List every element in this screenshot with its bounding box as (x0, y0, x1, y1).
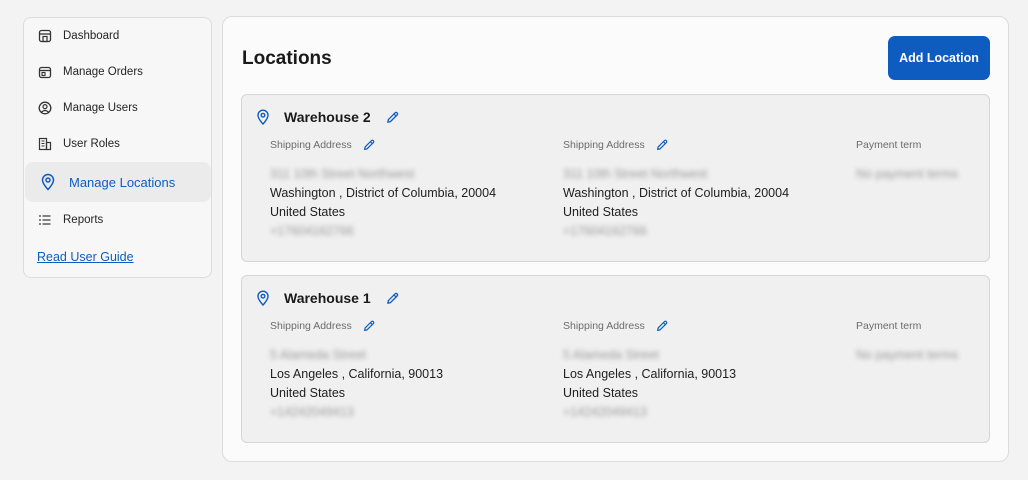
sidebar: Dashboard Manage Orders Manage Users Use… (23, 17, 212, 278)
city-line: Washington , District of Columbia, 20004 (270, 186, 497, 200)
location-pin-icon (257, 109, 269, 125)
sidebar-item-label: Reports (63, 214, 104, 226)
phone-number: +17604162766 (270, 224, 354, 238)
page-title: Locations (242, 48, 332, 69)
pencil-icon[interactable] (655, 138, 669, 152)
sidebar-item-label: Manage Orders (63, 66, 143, 78)
payment-term-column: Payment term No payment terms (856, 138, 958, 184)
location-name: Warehouse 2 (284, 109, 371, 125)
street-address: 311 10th Street Northwest (270, 167, 415, 181)
location-header: Warehouse 1 (256, 289, 400, 307)
street-address: 5 Alameda Street (563, 348, 659, 362)
payment-term-value: No payment terms (856, 348, 959, 362)
payment-term-label: Payment term (856, 320, 922, 332)
building-icon (38, 137, 52, 151)
sidebar-item-dashboard[interactable]: Dashboard (25, 18, 211, 54)
street-address: 5 Alameda Street (270, 348, 366, 362)
shipping-address-label: Shipping Address (563, 139, 645, 151)
sidebar-item-label: Manage Users (63, 102, 138, 114)
sidebar-item-manage-locations[interactable]: Manage Locations (25, 162, 211, 202)
read-user-guide-link[interactable]: Read User Guide (37, 250, 134, 264)
payment-term-label: Payment term (856, 139, 922, 151)
location-card: Warehouse 2 Shipping Address 311 10th St… (241, 94, 990, 262)
locations-panel: Locations Add Location Warehouse 2 Shipp… (222, 16, 1009, 462)
pencil-icon[interactable] (362, 319, 376, 333)
sidebar-item-user-roles[interactable]: User Roles (25, 126, 211, 162)
country: United States (563, 205, 639, 219)
phone-number: +14242049413 (270, 405, 354, 419)
payment-term-column: Payment term No payment terms (856, 319, 958, 365)
shipping-address-label: Shipping Address (270, 320, 352, 332)
shipping-address-column: Shipping Address 311 10th Street Northwe… (563, 138, 789, 241)
sidebar-item-label: Manage Locations (69, 174, 176, 190)
country: United States (563, 386, 639, 400)
location-pin-icon (257, 290, 269, 306)
street-address: 311 10th Street Northwest (563, 167, 708, 181)
phone-number: +17604162766 (563, 224, 647, 238)
city-line: Washington , District of Columbia, 20004 (563, 186, 790, 200)
list-icon (38, 213, 52, 227)
location-name: Warehouse 1 (284, 290, 371, 306)
country: United States (270, 205, 346, 219)
sidebar-item-manage-users[interactable]: Manage Users (25, 90, 211, 126)
user-icon (38, 101, 52, 115)
pencil-icon[interactable] (385, 110, 400, 125)
payment-term-value: No payment terms (856, 167, 959, 181)
shipping-address-column: Shipping Address 311 10th Street Northwe… (270, 138, 496, 241)
sidebar-item-label: Dashboard (63, 30, 120, 42)
city-line: Los Angeles , California, 90013 (270, 367, 444, 381)
pencil-icon[interactable] (362, 138, 376, 152)
country: United States (270, 386, 346, 400)
sidebar-item-manage-orders[interactable]: Manage Orders (25, 54, 211, 90)
location-card: Warehouse 1 Shipping Address 5 Alameda S… (241, 275, 990, 443)
add-location-button[interactable]: Add Location (888, 36, 990, 80)
pencil-icon[interactable] (385, 291, 400, 306)
sidebar-item-reports[interactable]: Reports (25, 202, 211, 238)
pencil-icon[interactable] (655, 319, 669, 333)
shipping-address-label: Shipping Address (563, 320, 645, 332)
sidebar-item-label: User Roles (63, 138, 120, 150)
orders-icon (38, 65, 52, 79)
dashboard-icon (38, 29, 52, 43)
shipping-address-column: Shipping Address 5 Alameda Street Los An… (563, 319, 736, 422)
location-header: Warehouse 2 (256, 108, 400, 126)
location-pin-icon (39, 173, 57, 191)
shipping-address-column: Shipping Address 5 Alameda Street Los An… (270, 319, 443, 422)
shipping-address-label: Shipping Address (270, 139, 352, 151)
phone-number: +14242049413 (563, 405, 647, 419)
city-line: Los Angeles , California, 90013 (563, 367, 737, 381)
